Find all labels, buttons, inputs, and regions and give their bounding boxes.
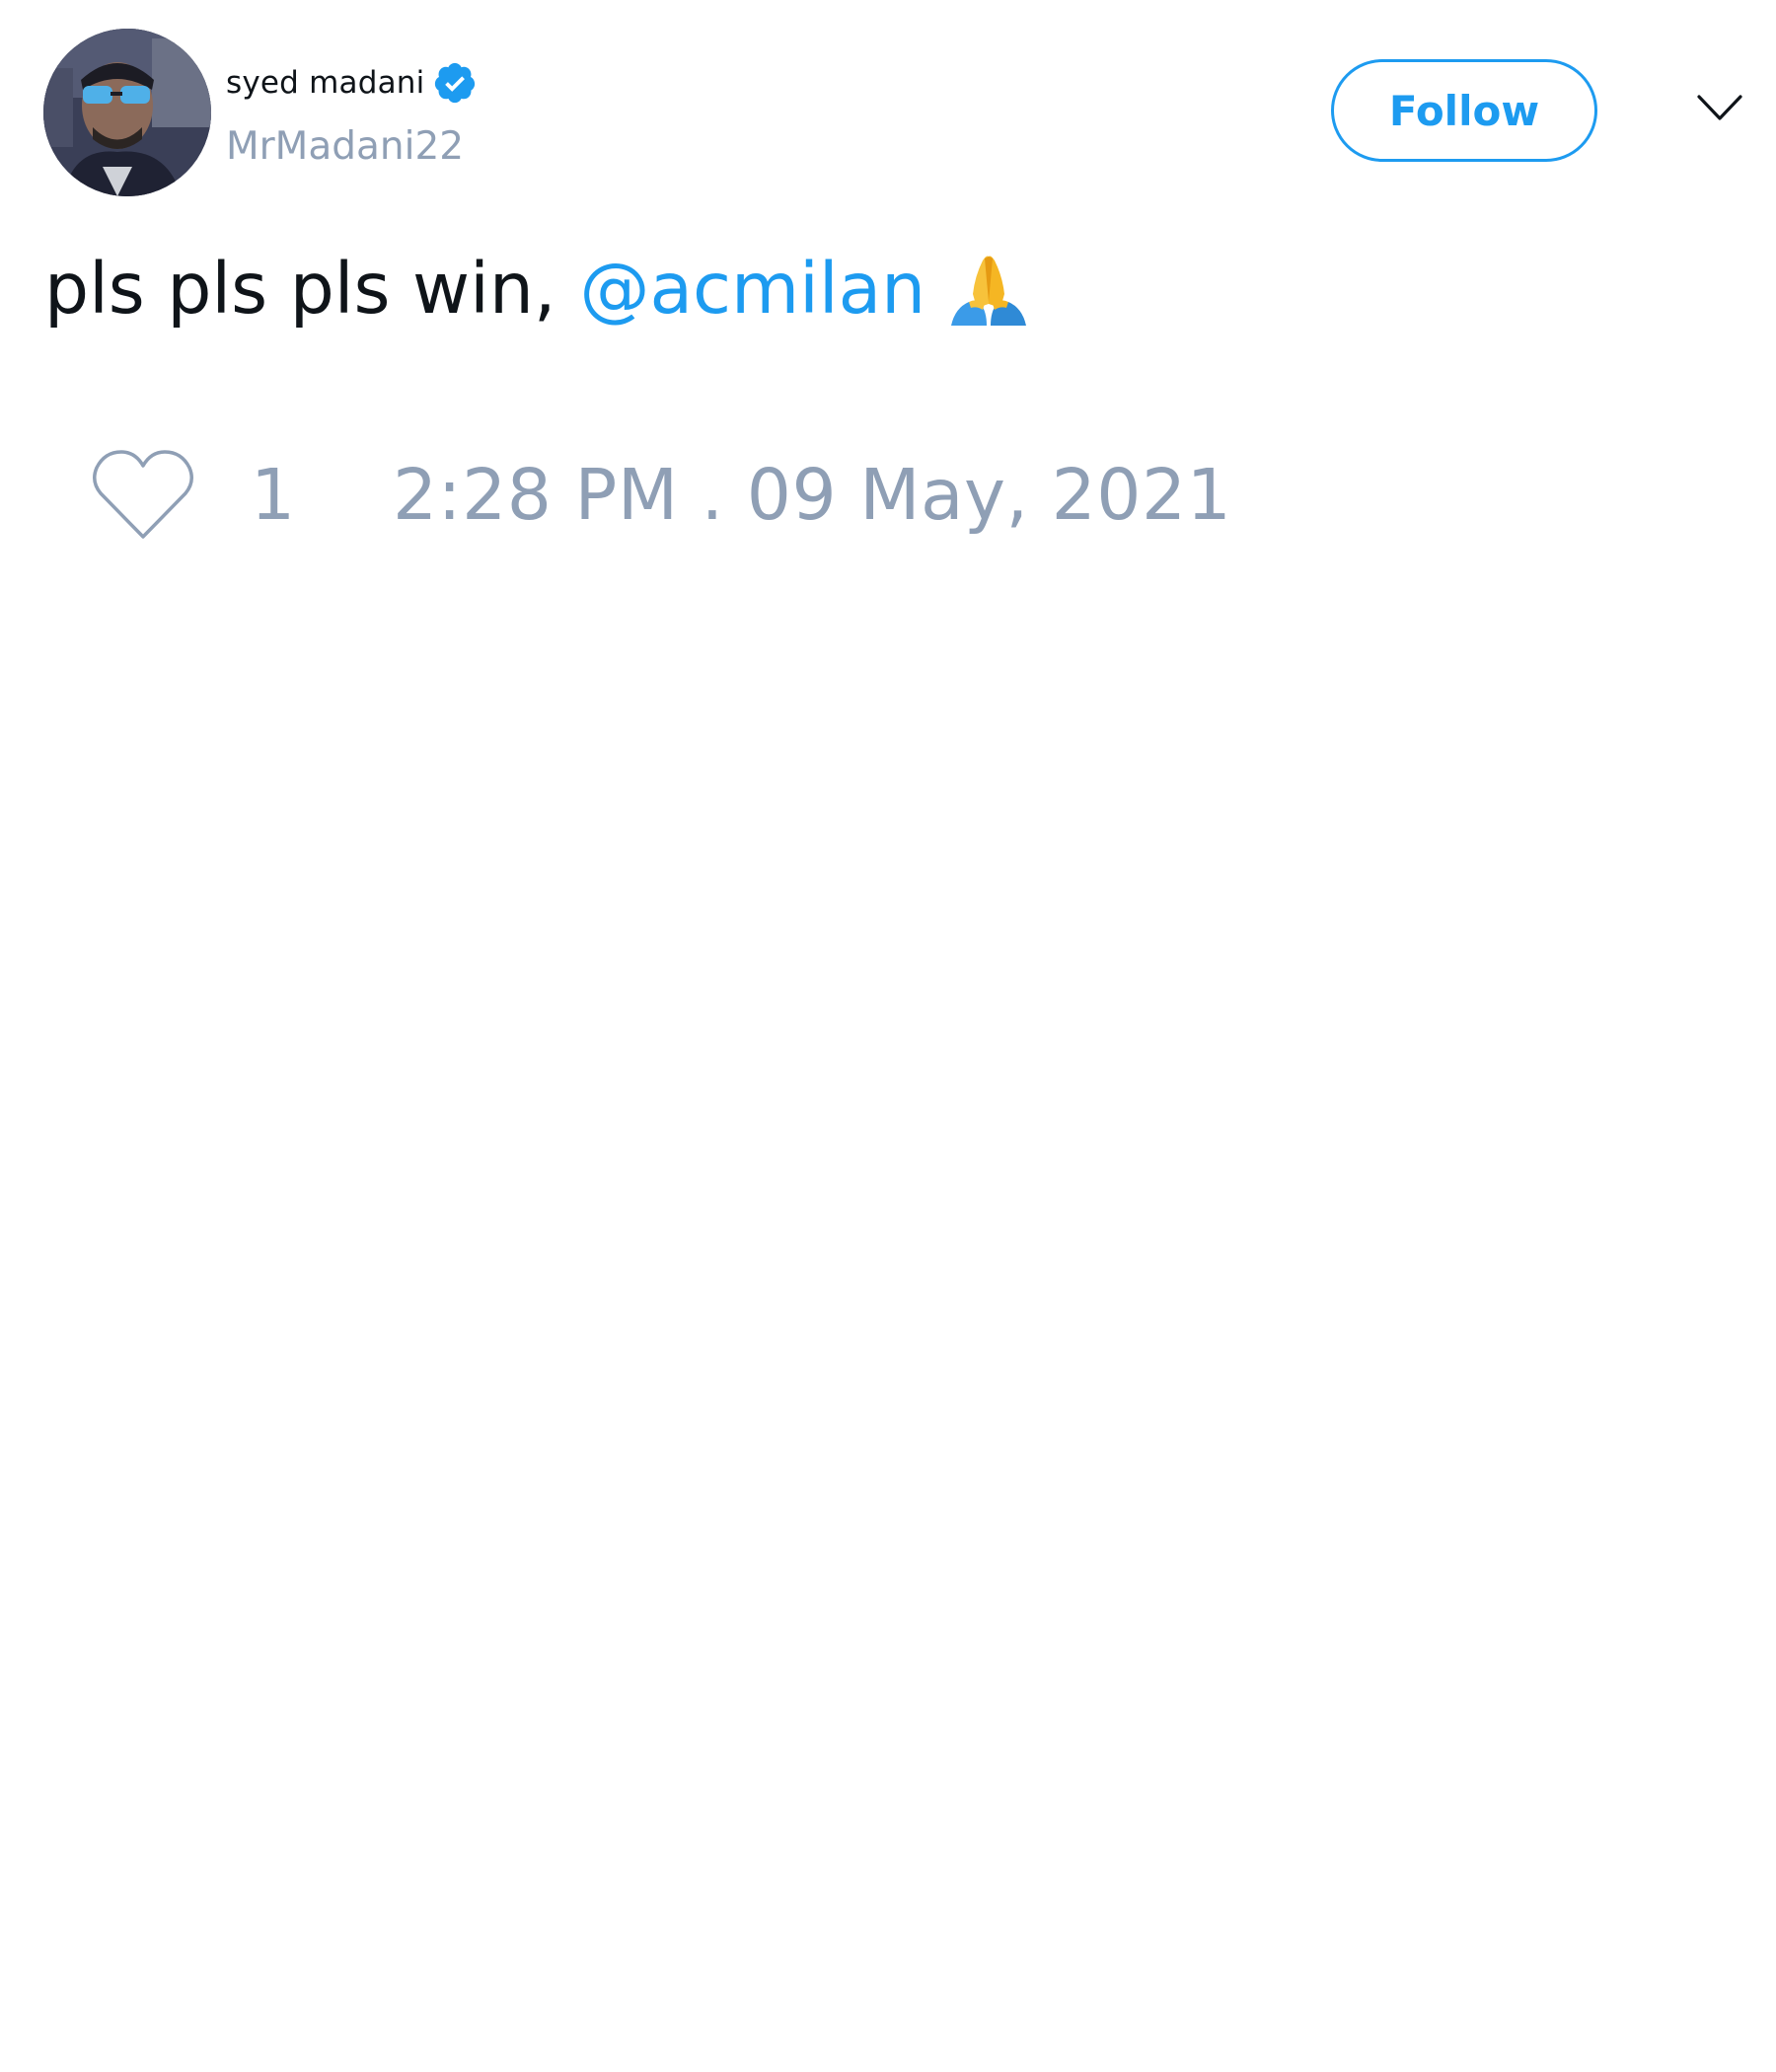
heart-outline-icon[interactable] [89,446,197,545]
verified-badge-icon [432,60,478,106]
like-count: 1 [251,454,296,536]
mention-link[interactable]: @acmilan [579,248,925,330]
author-handle[interactable]: MrMadani22 [226,124,464,169]
chevron-down-icon[interactable] [1695,91,1744,124]
display-name[interactable]: syed madani [226,65,424,101]
folded-hands-emoji-icon [947,247,1030,330]
tweet-card: syed madani MrMadani22 Follow pls pls pl… [0,0,1776,2072]
author-name-row: syed madani [226,55,478,111]
tweet-body-text: pls pls pls win, [44,247,556,330]
tweet-text: pls pls pls win, @acmilan [44,247,1030,330]
avatar[interactable] [43,29,211,196]
tweet-timestamp[interactable]: 2:28 PM . 09 May, 2021 [393,454,1231,536]
follow-button[interactable]: Follow [1331,59,1597,162]
avatar-photo-icon [43,29,211,196]
